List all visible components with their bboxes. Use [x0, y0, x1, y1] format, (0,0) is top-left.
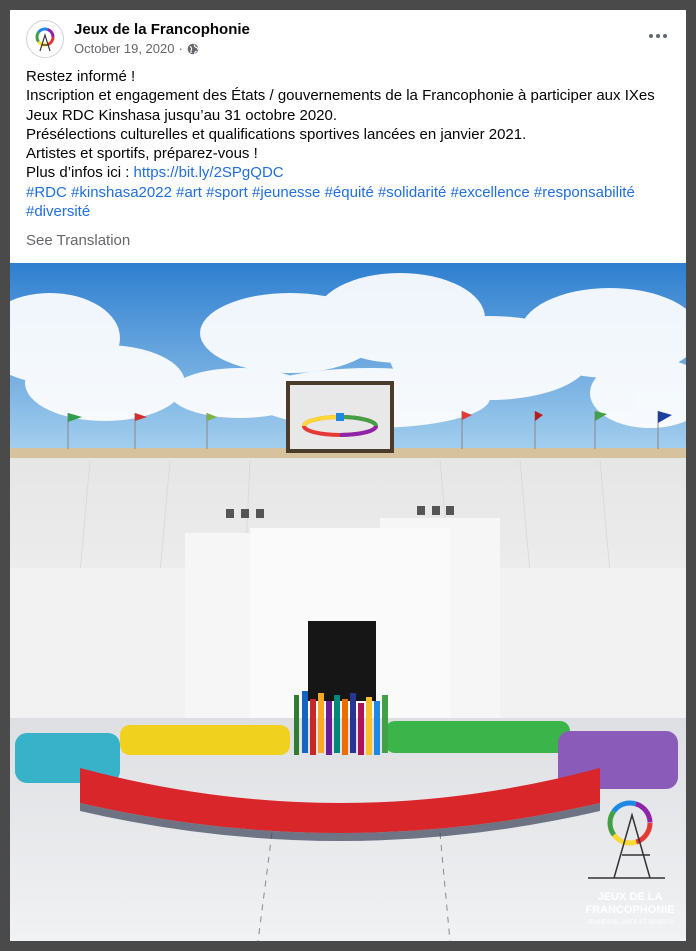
logo-tagline: JEUNESSE, ARTS ET SPORTS: [587, 920, 673, 926]
logo-title-line1: JEUX DE LA: [598, 891, 663, 903]
entrance-door: [308, 621, 376, 701]
post-line: Présélections culturelles et qualificati…: [26, 125, 527, 143]
hashtag-link[interactable]: #sport: [206, 184, 248, 201]
hashtag-link[interactable]: #diversité: [26, 203, 90, 220]
post-photo[interactable]: JEUX DE LA FRANCOPHONIE JEUNESSE, ARTS E…: [10, 263, 686, 941]
hashtag-link[interactable]: #équité: [325, 184, 374, 201]
post-date[interactable]: October 19, 2020: [74, 41, 174, 56]
globe-icon: [187, 43, 199, 54]
post-line: Restez informé !: [26, 68, 136, 85]
hashtag-line: #RDC #kinshasa2022 #art #sport #jeunesse…: [26, 183, 676, 202]
hashtag-line: #diversité: [26, 202, 676, 221]
external-link[interactable]: https://bit.ly/2SPgQDC: [134, 164, 284, 181]
hashtag-link[interactable]: #jeunesse: [252, 184, 320, 201]
hashtag-link[interactable]: #art: [176, 184, 202, 201]
hashtag-link[interactable]: #kinshasa2022: [71, 184, 172, 201]
post-line: Inscription et engagement des États / go…: [26, 87, 655, 105]
more-options-icon[interactable]: [644, 26, 672, 46]
hashtag-link[interactable]: #RDC: [26, 184, 67, 201]
hashtag-link[interactable]: #responsabilité: [534, 184, 635, 201]
facebook-post-card: Jeux de la Francophonie October 19, 2020…: [10, 10, 686, 941]
post-line: Artistes et sportifs, préparez-vous !: [26, 145, 258, 163]
more-info-prefix: Plus d’infos ici :: [26, 164, 134, 182]
stadium-screen: [286, 381, 394, 453]
meta-separator: ·: [178, 41, 183, 56]
hashtag-link[interactable]: #excellence: [451, 184, 530, 201]
page-name-link[interactable]: Jeux de la Francophonie: [74, 21, 250, 38]
francophonie-logo-icon: [35, 27, 55, 52]
post-text: Restez informé ! Inscription et engageme…: [26, 67, 676, 221]
page-avatar[interactable]: [26, 20, 64, 58]
stadium-ceremony-image: JEUX DE LA FRANCOPHONIE JEUNESSE, ARTS E…: [10, 263, 686, 941]
more-info-line: Plus d’infos ici : https://bit.ly/2SPgQD…: [26, 163, 676, 182]
logo-title-line2: FRANCOPHONIE: [585, 904, 674, 916]
hashtag-link[interactable]: #solidarité: [378, 184, 446, 201]
post-meta: October 19, 2020 ·: [74, 41, 199, 56]
post-line: Jeux RDC Kinshasa jusqu’au 31 octobre 20…: [26, 106, 338, 124]
see-translation-link[interactable]: See Translation: [26, 232, 130, 249]
